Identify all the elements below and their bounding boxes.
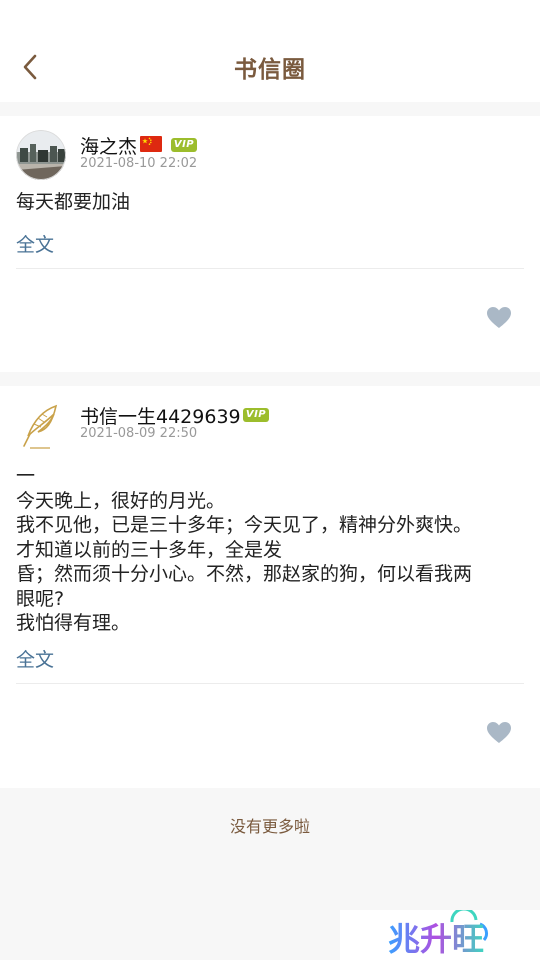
content-line: 眼呢? [16,587,65,610]
heart-icon [487,722,511,743]
watermark-logo: 兆升旺 [340,907,540,960]
fulltext-link[interactable]: 全文 [16,645,54,672]
china-flag-icon [140,136,162,152]
content-line: 今天晚上，很好的月光。 [16,489,226,512]
like-button[interactable] [486,721,512,745]
content-line: 我不见他，已是三十多年；今天见了，精神分外爽快。 [16,514,473,536]
post-card: 海之杰 VIP 2021-08-10 22:02 每天都要加油 全文 [0,116,540,372]
post-card: 书信一生4429639 VIP 2021-08-09 22:50 一 今天晚上，… [0,386,540,788]
avatar[interactable] [16,130,66,180]
fulltext-link[interactable]: 全文 [16,230,54,257]
divider [16,683,524,684]
vip-badge: VIP [243,408,269,422]
username[interactable]: 海之杰 [80,132,137,159]
vip-badge: VIP [171,138,197,152]
heart-icon [487,307,511,328]
content-line: 才知道以前的三十多年，全是发 [16,538,283,561]
like-button[interactable] [486,306,512,330]
content-line: 每天都要加油 [16,191,131,213]
page-title: 书信圈 [234,57,306,83]
avatar[interactable] [16,402,66,452]
post-content[interactable]: 每天都要加油 [16,190,524,215]
content-line: 昏；然而须十分小心。不然，那赵家的狗，何以看我两 [16,563,473,585]
content-line: 我怕得有理。 [16,612,131,634]
post-time: 2021-08-09 22:50 [80,426,198,441]
svg-text:兆升旺: 兆升旺 [388,920,484,958]
post-content[interactable]: 一 今天晚上，很好的月光。 我不见他，已是三十多年；今天见了，精神分外爽快。 才… [16,464,524,636]
post-time: 2021-08-10 22:02 [80,156,198,171]
content-line: 一 [16,465,36,487]
username[interactable]: 书信一生4429639 [80,402,241,429]
no-more-text: 没有更多啦 [229,817,310,836]
top-nav-bar: 书信圈 [0,0,540,102]
divider [16,268,524,269]
app-screen: 书信圈 海之杰 VIP 2021-08-10 22:02 每天都要加油 全文 书… [0,0,540,960]
